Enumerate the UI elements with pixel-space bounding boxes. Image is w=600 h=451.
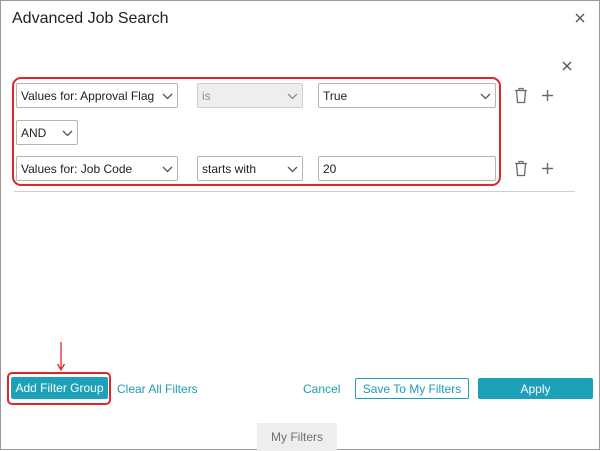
operator-label: starts with bbox=[202, 161, 257, 176]
conjunction-select[interactable]: AND bbox=[16, 120, 78, 145]
value-label: True bbox=[323, 88, 348, 103]
save-to-my-filters-button[interactable]: Save To My Filters bbox=[355, 378, 469, 399]
value-input-text: 20 bbox=[323, 161, 337, 176]
chevron-down-icon bbox=[480, 91, 491, 105]
filter-divider bbox=[14, 191, 575, 192]
tab-my-filters[interactable]: My Filters bbox=[257, 423, 337, 451]
chevron-down-icon bbox=[62, 128, 73, 142]
clear-all-filters-link[interactable]: Clear All Filters bbox=[117, 382, 198, 396]
conjunction-label: AND bbox=[21, 125, 47, 140]
field-select-label: Values for: Job Code bbox=[21, 161, 133, 176]
cancel-link[interactable]: Cancel bbox=[303, 382, 340, 396]
chevron-down-icon bbox=[162, 91, 173, 105]
remove-filter-group-close-icon[interactable] bbox=[560, 59, 574, 73]
chevron-down-icon bbox=[162, 164, 173, 178]
chevron-down-icon bbox=[287, 91, 298, 105]
arrow-down-icon bbox=[56, 342, 66, 375]
advanced-job-search-dialog: Advanced Job Search Values for: Approval… bbox=[0, 0, 600, 451]
value-select-true[interactable]: True bbox=[318, 83, 496, 108]
chevron-down-icon bbox=[287, 164, 298, 178]
trash-icon[interactable] bbox=[514, 160, 528, 177]
trash-icon[interactable] bbox=[514, 87, 528, 104]
add-filter-group-button[interactable]: Add Filter Group bbox=[11, 377, 108, 399]
operator-label: is bbox=[202, 88, 211, 103]
dialog-title: Advanced Job Search bbox=[12, 10, 169, 27]
plus-icon[interactable] bbox=[541, 89, 554, 102]
plus-icon[interactable] bbox=[541, 162, 554, 175]
operator-select-starts-with[interactable]: starts with bbox=[197, 156, 303, 181]
field-select-label: Values for: Approval Flag bbox=[21, 88, 155, 103]
apply-button[interactable]: Apply bbox=[478, 378, 593, 399]
operator-select-disabled: is bbox=[197, 83, 303, 108]
close-icon[interactable] bbox=[573, 11, 587, 25]
field-select-job-code[interactable]: Values for: Job Code bbox=[16, 156, 178, 181]
field-select-approval-flag[interactable]: Values for: Approval Flag bbox=[16, 83, 178, 108]
value-input-job-code[interactable]: 20 bbox=[318, 156, 496, 181]
